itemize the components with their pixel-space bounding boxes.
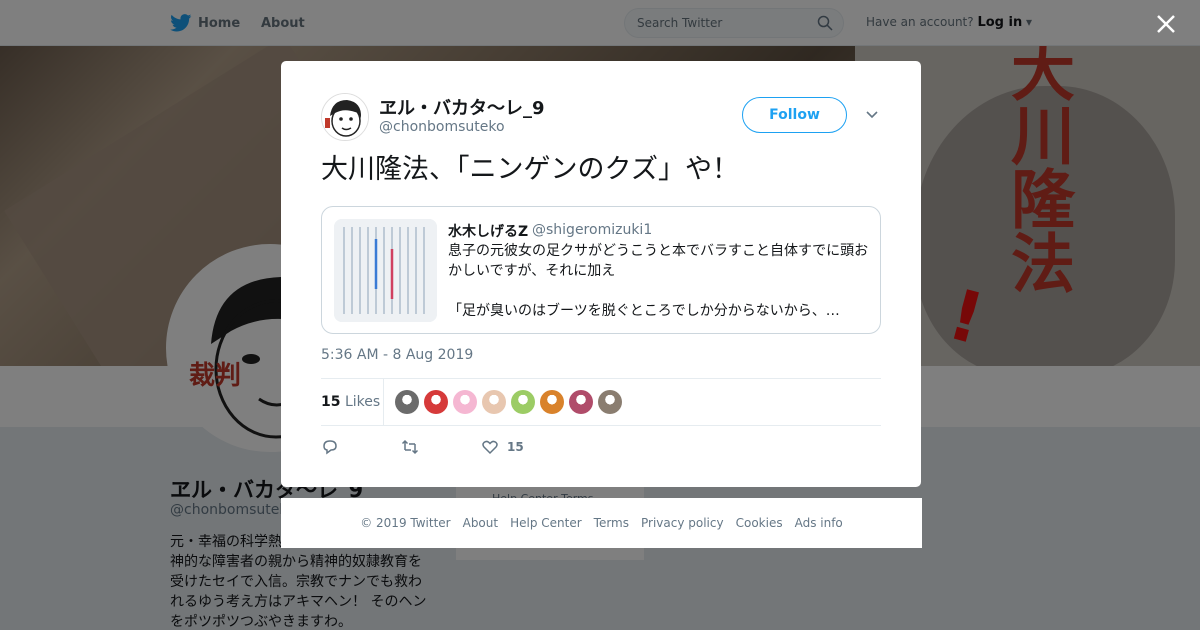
retweet-button[interactable]: [401, 438, 481, 456]
liker-avatar[interactable]: [569, 390, 593, 414]
tweet-actions: 15: [321, 437, 524, 457]
likes-stat[interactable]: 15 Likes: [321, 394, 380, 410]
quoted-text-line2: 「足が臭いのはブーツを脱ぐところでしか分からないから、…: [448, 303, 840, 319]
heart-icon: [482, 440, 498, 455]
quoted-text-line1: 息子の元彼女の足クサがどうこうと本でバラすこと自体すでに頭おかしいですが、それに…: [448, 243, 869, 279]
stats-divider: [383, 379, 384, 425]
liker-avatar[interactable]: [540, 390, 564, 414]
likers-avatars: [395, 390, 627, 414]
tweet-author-avatar[interactable]: [321, 93, 369, 141]
chevron-down-icon[interactable]: [865, 108, 879, 122]
likes-count: 15: [321, 394, 341, 410]
liker-avatar[interactable]: [598, 390, 622, 414]
quoted-author-handle: @shigeromizuki1: [532, 222, 653, 238]
reply-icon: [323, 440, 337, 455]
liker-avatar[interactable]: [482, 390, 506, 414]
footer-about-link[interactable]: About: [463, 516, 498, 530]
footer-privacy-link[interactable]: Privacy policy: [641, 516, 724, 530]
footer-terms-link[interactable]: Terms: [594, 516, 629, 530]
tweet-stats: 15 Likes: [321, 378, 881, 426]
liker-avatar[interactable]: [511, 390, 535, 414]
footer-ads-link[interactable]: Ads info: [795, 516, 843, 530]
document-page-icon: [334, 219, 437, 322]
like-count: 15: [507, 440, 524, 454]
modal-footer: © 2019 Twitter About Help Center Terms P…: [281, 498, 922, 548]
tweet-author-handle[interactable]: @chonbomsuteko: [379, 119, 505, 135]
tweet-modal: ヱル・バカタ～レ_9 @chonbomsuteko Follow 大川隆法、「ニ…: [281, 61, 921, 487]
close-icon[interactable]: [1152, 10, 1180, 38]
tweet-text: 大川隆法、「ニンゲンのクズ」や！: [321, 154, 739, 185]
retweet-icon: [401, 439, 419, 455]
quoted-author-name: 水木しげるZ: [448, 224, 529, 240]
footer-cookies-link[interactable]: Cookies: [736, 516, 783, 530]
tweet-timestamp[interactable]: 5:36 AM - 8 Aug 2019: [321, 347, 473, 363]
liker-avatar[interactable]: [395, 390, 419, 414]
author-avatar-icon: [322, 94, 368, 140]
footer-copyright: © 2019 Twitter: [360, 516, 451, 530]
liker-avatar[interactable]: [424, 390, 448, 414]
liker-avatar[interactable]: [453, 390, 477, 414]
likes-label: Likes: [344, 394, 381, 410]
like-button[interactable]: 15: [481, 438, 524, 456]
tweet-author-name[interactable]: ヱル・バカタ～レ_9: [379, 94, 545, 120]
quoted-tweet-text: 息子の元彼女の足クサがどうこうと本でバラすこと自体すでに頭おかしいですが、それに…: [448, 241, 873, 341]
follow-button[interactable]: Follow: [742, 97, 847, 133]
quoted-tweet-image[interactable]: [334, 219, 437, 322]
footer-help-link[interactable]: Help Center: [510, 516, 582, 530]
quoted-tweet-card[interactable]: 水木しげるZ @shigeromizuki1 息子の元彼女の足クサがどうこうと本…: [321, 206, 881, 334]
reply-button[interactable]: [321, 438, 401, 456]
